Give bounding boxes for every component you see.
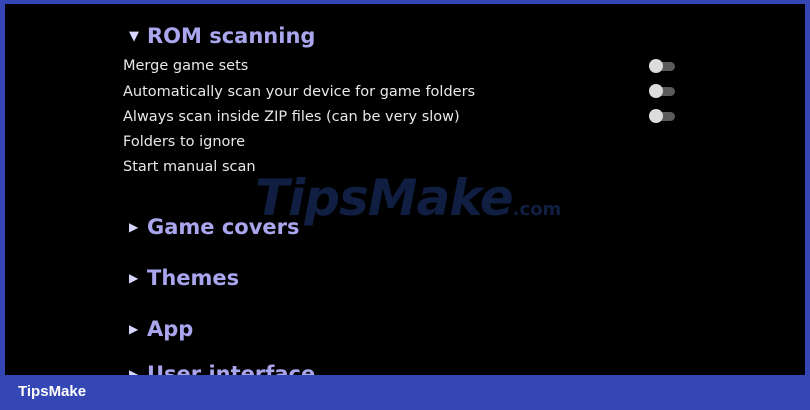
setting-start-manual-scan[interactable]: Start manual scan xyxy=(123,159,256,175)
setting-label: Start manual scan xyxy=(123,159,256,175)
chevron-down-icon: ▼ xyxy=(129,28,139,44)
toggle-knob xyxy=(649,59,663,73)
setting-label: Merge game sets xyxy=(123,58,249,74)
section-title: ROM scanning xyxy=(147,24,316,48)
section-title: App xyxy=(147,317,194,341)
toggle-knob xyxy=(649,109,663,123)
section-title: User interface xyxy=(147,362,316,375)
setting-folders-to-ignore[interactable]: Folders to ignore xyxy=(123,134,245,150)
chevron-right-icon: ▶ xyxy=(129,220,139,234)
section-game-covers[interactable]: ▶ Game covers xyxy=(129,215,300,239)
watermark-suffix: .com xyxy=(512,199,562,220)
chevron-right-icon: ▶ xyxy=(129,367,139,375)
section-themes[interactable]: ▶ Themes xyxy=(129,266,239,290)
merge-game-sets-toggle[interactable] xyxy=(649,59,675,73)
setting-merge-game-sets[interactable]: Merge game sets xyxy=(123,58,248,74)
auto-scan-toggle[interactable] xyxy=(649,84,675,98)
section-rom-scanning[interactable]: ▼ ROM scanning xyxy=(129,24,315,48)
setting-auto-scan[interactable]: Automatically scan your device for game … xyxy=(123,84,475,100)
watermark: TipsMake.com xyxy=(255,169,561,227)
section-app[interactable]: ▶ App xyxy=(129,317,193,341)
settings-screen: ▼ ROM scanning Merge game sets Automatic… xyxy=(5,4,805,375)
setting-label: Folders to ignore xyxy=(123,134,245,150)
setting-label: Automatically scan your device for game … xyxy=(123,84,476,100)
chevron-right-icon: ▶ xyxy=(129,271,139,285)
toggle-knob xyxy=(649,84,663,98)
scan-zip-toggle[interactable] xyxy=(649,109,675,123)
footer-brand-logo: TipsMake xyxy=(18,383,87,400)
section-title: Game covers xyxy=(147,215,300,239)
setting-scan-zip[interactable]: Always scan inside ZIP files (can be ver… xyxy=(123,109,460,125)
chevron-right-icon: ▶ xyxy=(129,322,139,336)
section-title: Themes xyxy=(147,266,240,290)
setting-label: Always scan inside ZIP files (can be ver… xyxy=(123,109,460,125)
section-user-interface[interactable]: ▶ User interface xyxy=(129,362,315,375)
